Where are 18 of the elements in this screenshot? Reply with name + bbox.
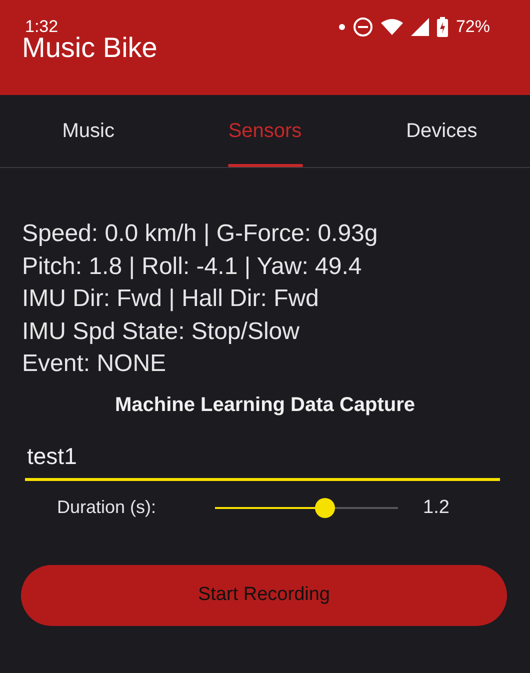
dot-icon xyxy=(338,24,345,30)
duration-label: Duration (s): xyxy=(57,497,158,518)
duration-value: 1.2 xyxy=(423,496,450,518)
sensor-reading: IMU Spd State: Stop/Slow xyxy=(22,316,300,346)
sensor-reading: Speed: 0.0 km/h | G-Force: 0.93g xyxy=(22,219,379,249)
battery-percent: 72% xyxy=(456,17,490,37)
slider-thumb[interactable] xyxy=(314,498,335,518)
input-field[interactable]: test1 xyxy=(25,438,500,480)
tab[interactable]: Music xyxy=(0,95,177,167)
tab[interactable]: Devices xyxy=(353,95,530,167)
wifi-icon xyxy=(380,19,403,35)
section-heading: Machine Learning Data Capture xyxy=(114,394,416,416)
do-not-disturb-icon xyxy=(352,17,373,37)
sensor-reading: IMU Dir: Fwd | Hall Dir: Fwd xyxy=(22,284,320,314)
battery-icon xyxy=(436,17,448,37)
sensor-reading: Pitch: 1.8 | Roll: -4.1 | Yaw: 49.4 xyxy=(22,252,363,282)
signal-icon xyxy=(410,18,429,36)
sensor-reading: Event: NONE xyxy=(22,349,168,379)
